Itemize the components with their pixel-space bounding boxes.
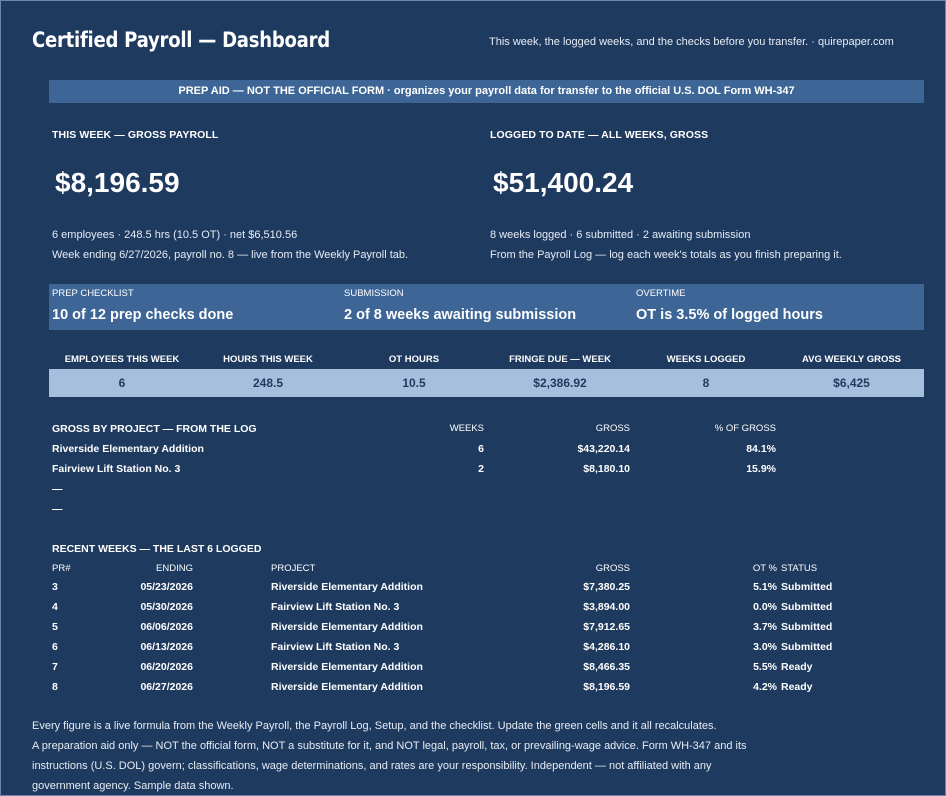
status-value: OT is 3.5% of logged hours (636, 307, 823, 323)
project-name-empty: — (52, 503, 63, 515)
stat-value: 10.5 (402, 376, 426, 390)
recent-status: Submitted (781, 621, 833, 633)
recent-ot: 5.5% (753, 661, 777, 673)
recent-project: Riverside Elementary Addition (271, 661, 423, 673)
recent-status: Submitted (781, 601, 833, 613)
recent-gross: $4,286.10 (583, 641, 630, 653)
footer-note-line: Every figure is a live formula from the … (32, 720, 717, 732)
footer-note-line: government agency. Sample data shown. (32, 780, 234, 792)
status-prep-checklist: PREP CHECKLIST 10 of 12 prep checks done (49, 284, 341, 330)
recent-ending: 06/13/2026 (140, 641, 193, 653)
this-week-label: THIS WEEK — GROSS PAYROLL (52, 129, 219, 141)
status-value: 10 of 12 prep checks done (52, 307, 234, 323)
dashboard-frame (0, 0, 946, 796)
recent-pr: 3 (52, 581, 58, 593)
this-week-summary: 6 employees · 248.5 hrs (10.5 OT) · net … (52, 229, 298, 241)
project-gross: $43,220.14 (577, 443, 630, 455)
project-name-empty: — (52, 483, 63, 495)
stat-label: HOURS THIS WEEK (223, 354, 313, 365)
status-label: OVERTIME (636, 288, 686, 299)
stat-value: $6,425 (833, 376, 870, 390)
projects-pct-header: % OF GROSS (714, 423, 776, 434)
recent-status-header: STATUS (781, 563, 818, 574)
status-label: SUBMISSION (344, 288, 404, 299)
recent-ending: 06/06/2026 (140, 621, 193, 633)
stat-label: AVG WEEKLY GROSS (801, 354, 902, 365)
stat-label: WEEKS LOGGED (666, 354, 746, 365)
project-pct: 15.9% (746, 463, 776, 475)
projects-weeks-header: WEEKS (449, 423, 484, 434)
recent-project: Riverside Elementary Addition (271, 681, 423, 693)
stats-header: EMPLOYEES THIS WEEK HOURS THIS WEEK OT H… (49, 354, 924, 368)
footer-note-line: A preparation aid only — NOT the officia… (32, 740, 747, 752)
recent-status: Ready (781, 681, 813, 693)
recent-ot: 5.1% (753, 581, 777, 593)
prep-aid-banner: PREP AID — NOT THE OFFICIAL FORM · organ… (49, 80, 924, 103)
recent-ending: 05/23/2026 (140, 581, 193, 593)
recent-gross-header: GROSS (595, 563, 630, 574)
recent-ending-header: ENDING (156, 563, 193, 574)
page-title: Certified Payroll — Dashboard (32, 28, 330, 52)
status-value: 2 of 8 weeks awaiting submission (344, 307, 577, 323)
recent-ot: 0.0% (753, 601, 777, 613)
logged-label: LOGGED TO DATE — ALL WEEKS, GROSS (490, 129, 709, 141)
stats-values: 6 248.5 10.5 $2,386.92 8 $6,425 (49, 369, 924, 397)
stat-value: $2,386.92 (533, 376, 587, 390)
recent-status: Submitted (781, 581, 833, 593)
status-overtime: OVERTIME OT is 3.5% of logged hours (633, 284, 924, 330)
recent-ot: 3.7% (753, 621, 777, 633)
recent-ending: 05/30/2026 (140, 601, 193, 613)
recent-gross: $8,466.35 (583, 661, 630, 673)
stat-value: 248.5 (252, 376, 284, 390)
logged-source-note: From the Payroll Log — log each week's t… (490, 249, 842, 261)
recent-project: Fairview Lift Station No. 3 (271, 601, 400, 613)
status-band: PREP CHECKLIST 10 of 12 prep checks done… (49, 284, 924, 330)
recent-gross: $7,912.65 (583, 621, 630, 633)
recent-status: Ready (781, 661, 813, 673)
stat-value: 6 (118, 376, 126, 390)
status-label: PREP CHECKLIST (52, 288, 134, 299)
recent-title: RECENT WEEKS — THE LAST 6 LOGGED (52, 543, 262, 555)
recent-ending: 06/27/2026 (140, 681, 193, 693)
projects-title: GROSS BY PROJECT — FROM THE LOG (52, 423, 257, 435)
recent-gross: $7,380.25 (583, 581, 630, 593)
this-week-source-note: Week ending 6/27/2026, payroll no. 8 — l… (52, 249, 409, 261)
tagline: This week, the logged weeks, and the che… (489, 36, 894, 48)
recent-gross: $8,196.59 (583, 681, 630, 693)
project-name: Fairview Lift Station No. 3 (52, 463, 181, 475)
recent-project-header: PROJECT (271, 563, 316, 574)
project-pct: 84.1% (746, 443, 776, 455)
this-week-gross-value: $8,196.59 (55, 167, 180, 198)
project-weeks: 6 (478, 443, 484, 455)
logged-summary: 8 weeks logged · 6 submitted · 2 awaitin… (490, 229, 751, 241)
stat-label: OT HOURS (388, 354, 440, 365)
recent-ot: 3.0% (753, 641, 777, 653)
recent-ot-header: OT % (752, 563, 777, 574)
recent-gross: $3,894.00 (583, 601, 630, 613)
logged-gross-value: $51,400.24 (493, 167, 634, 198)
recent-ending: 06/20/2026 (140, 661, 193, 673)
recent-pr: 8 (52, 681, 58, 693)
recent-ot: 4.2% (753, 681, 777, 693)
recent-pr: 6 (52, 641, 58, 653)
project-gross: $8,180.10 (583, 463, 630, 475)
recent-project: Riverside Elementary Addition (271, 581, 423, 593)
recent-project: Riverside Elementary Addition (271, 621, 423, 633)
stat-label: FRINGE DUE — WEEK (509, 354, 611, 365)
recent-pr: 4 (52, 601, 58, 613)
recent-pr: 7 (52, 661, 58, 673)
project-name: Riverside Elementary Addition (52, 443, 204, 455)
recent-pr: 5 (52, 621, 58, 633)
stat-value: 8 (702, 376, 710, 390)
footer-note-line: instructions (U.S. DOL) govern; classifi… (32, 760, 712, 772)
stat-label: EMPLOYEES THIS WEEK (64, 354, 180, 365)
status-submission: SUBMISSION 2 of 8 weeks awaiting submiss… (341, 284, 633, 330)
projects-gross-header: GROSS (595, 423, 630, 434)
recent-project: Fairview Lift Station No. 3 (271, 641, 400, 653)
project-weeks: 2 (478, 463, 484, 475)
recent-status: Submitted (781, 641, 833, 653)
recent-pr-header: PR# (52, 563, 71, 574)
